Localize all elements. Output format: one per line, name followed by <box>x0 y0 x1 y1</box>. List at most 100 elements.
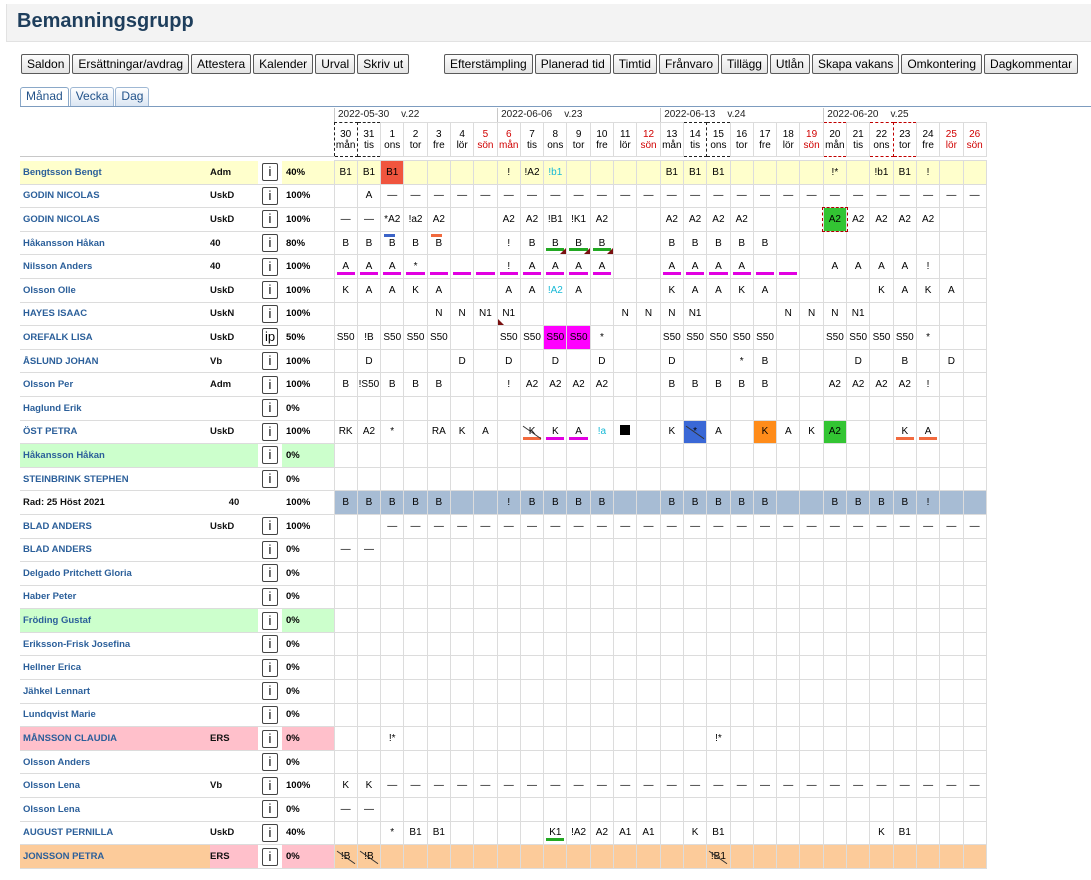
schedule-cell[interactable]: A <box>729 254 754 279</box>
schedule-cell[interactable]: A2 <box>892 207 917 232</box>
schedule-cell[interactable] <box>752 631 778 657</box>
schedule-cell[interactable] <box>613 608 638 633</box>
schedule-cell[interactable] <box>380 655 405 681</box>
schedule-cell[interactable] <box>799 561 824 586</box>
info-button[interactable]: i <box>262 682 278 701</box>
schedule-cell[interactable] <box>449 160 475 185</box>
schedule-cell[interactable] <box>636 726 661 751</box>
schedule-cell[interactable]: — <box>659 513 684 539</box>
schedule-cell[interactable] <box>496 443 521 468</box>
schedule-cell[interactable] <box>915 537 941 563</box>
schedule-cell[interactable] <box>356 466 382 492</box>
schedule-cell[interactable] <box>566 443 591 468</box>
schedule-cell[interactable] <box>729 466 754 492</box>
schedule-cell[interactable]: N <box>822 301 848 327</box>
schedule-cell[interactable] <box>915 230 941 256</box>
schedule-cell[interactable] <box>496 561 521 586</box>
schedule-cell[interactable]: N1 <box>496 301 521 327</box>
employee-name[interactable]: Olsson Per <box>20 372 210 397</box>
info-button[interactable]: i <box>262 564 278 583</box>
schedule-cell[interactable] <box>613 726 638 751</box>
schedule-cell[interactable]: — <box>799 513 824 539</box>
schedule-cell[interactable] <box>449 443 475 468</box>
schedule-cell[interactable] <box>822 679 848 704</box>
schedule-cell[interactable] <box>682 395 708 421</box>
schedule-cell[interactable] <box>915 797 941 822</box>
schedule-cell[interactable] <box>566 584 591 610</box>
schedule-cell[interactable] <box>799 749 824 775</box>
schedule-cell[interactable] <box>356 631 382 657</box>
schedule-cell[interactable] <box>519 584 545 610</box>
schedule-cell[interactable]: B <box>403 372 428 397</box>
schedule-cell[interactable] <box>822 537 848 563</box>
schedule-cell[interactable] <box>356 561 382 586</box>
schedule-cell[interactable]: K <box>543 419 568 445</box>
schedule-cell[interactable] <box>799 160 824 185</box>
schedule-cell[interactable] <box>799 325 824 350</box>
schedule-cell[interactable]: B <box>426 372 451 397</box>
schedule-cell[interactable]: A <box>869 254 894 279</box>
schedule-cell[interactable] <box>473 844 498 869</box>
schedule-cell[interactable]: S50 <box>519 325 545 350</box>
schedule-cell[interactable] <box>566 608 591 633</box>
schedule-cell[interactable] <box>333 820 358 846</box>
schedule-cell[interactable]: — <box>566 773 591 799</box>
schedule-cell[interactable] <box>682 726 708 751</box>
schedule-cell[interactable] <box>846 443 871 468</box>
info-button[interactable]: i <box>262 753 278 772</box>
schedule-cell[interactable] <box>752 395 778 421</box>
employee-name[interactable]: MÅNSSON CLAUDIA <box>20 726 210 751</box>
schedule-cell[interactable]: B <box>892 348 917 374</box>
schedule-cell[interactable] <box>589 844 615 869</box>
schedule-cell[interactable]: B <box>380 230 405 256</box>
schedule-cell[interactable]: — <box>613 183 638 209</box>
schedule-cell[interactable] <box>589 608 615 633</box>
employee-name[interactable]: OREFALK LISA <box>20 325 210 350</box>
schedule-cell[interactable] <box>846 820 871 846</box>
employee-name[interactable]: Nilsson Anders <box>20 254 210 279</box>
schedule-cell[interactable] <box>799 443 824 468</box>
schedule-cell[interactable]: — <box>333 207 358 232</box>
schedule-cell[interactable] <box>846 561 871 586</box>
schedule-cell[interactable]: — <box>496 513 521 539</box>
schedule-cell[interactable] <box>403 160 428 185</box>
employee-name[interactable]: Olsson Lena <box>20 797 210 822</box>
schedule-cell[interactable] <box>333 183 358 209</box>
schedule-cell[interactable] <box>776 797 801 822</box>
schedule-cell[interactable]: B1 <box>380 160 405 185</box>
schedule-cell[interactable]: S50 <box>682 325 708 350</box>
schedule-cell[interactable]: N <box>426 301 451 327</box>
schedule-cell[interactable] <box>403 348 428 374</box>
schedule-cell[interactable] <box>333 655 358 681</box>
efterstampling-button[interactable]: Efterstämpling <box>444 54 533 74</box>
schedule-cell[interactable] <box>613 207 638 232</box>
schedule-cell[interactable] <box>449 561 475 586</box>
schedule-cell[interactable]: B <box>356 230 382 256</box>
schedule-cell[interactable] <box>380 443 405 468</box>
schedule-cell[interactable]: S50 <box>706 325 731 350</box>
schedule-cell[interactable] <box>426 537 451 563</box>
schedule-cell[interactable] <box>892 608 917 633</box>
schedule-cell[interactable] <box>752 561 778 586</box>
day-header[interactable]: 20 mån <box>822 122 848 157</box>
schedule-cell[interactable]: B <box>566 230 591 256</box>
schedule-cell[interactable] <box>449 820 475 846</box>
schedule-cell[interactable] <box>636 797 661 822</box>
schedule-cell[interactable]: A <box>846 254 871 279</box>
schedule-cell[interactable]: — <box>566 183 591 209</box>
schedule-cell[interactable] <box>473 348 498 374</box>
schedule-cell[interactable] <box>776 631 801 657</box>
schedule-cell[interactable] <box>659 608 684 633</box>
employee-name[interactable]: JONSSON PETRA <box>20 844 210 869</box>
schedule-cell[interactable] <box>752 207 778 232</box>
skriv-ut-button[interactable]: Skriv ut <box>357 54 410 74</box>
schedule-cell[interactable] <box>892 679 917 704</box>
schedule-cell[interactable] <box>449 277 475 303</box>
schedule-cell[interactable] <box>613 490 638 515</box>
utlan-button[interactable]: Utlån <box>769 54 810 74</box>
schedule-cell[interactable]: K <box>333 773 358 799</box>
schedule-cell[interactable]: K <box>449 419 475 445</box>
day-header[interactable]: 22 ons <box>869 122 894 157</box>
schedule-cell[interactable] <box>333 679 358 704</box>
schedule-cell[interactable] <box>776 230 801 256</box>
